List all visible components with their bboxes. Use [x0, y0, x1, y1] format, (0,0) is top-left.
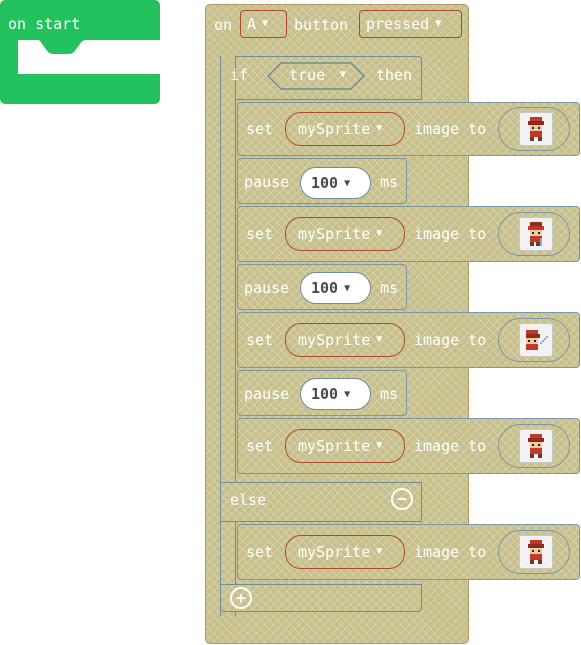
plus-icon: + — [236, 588, 246, 607]
sprite-idle-icon[interactable] — [519, 535, 553, 569]
pause-label: pause — [244, 173, 290, 191]
image-slot[interactable] — [498, 424, 570, 468]
set-label: set — [246, 437, 274, 455]
pause-label: pause — [244, 385, 290, 403]
on-start-notch-fill — [18, 40, 160, 54]
sprite-attack-icon[interactable] — [519, 217, 553, 251]
variable-dropdown[interactable]: mySprite ▼ — [285, 323, 405, 357]
variable-dropdown[interactable]: mySprite ▼ — [285, 217, 405, 251]
chevron-down-icon: ▼ — [376, 123, 383, 134]
pause-label: pause — [244, 279, 290, 297]
chevron-down-icon: ▼ — [344, 282, 351, 294]
chevron-down-icon: ▼ — [340, 69, 347, 80]
set-label: set — [246, 331, 274, 349]
image-to-label: image to — [414, 120, 487, 138]
sprite-sword-icon[interactable] — [519, 323, 553, 357]
variable-dropdown[interactable]: mySprite ▼ — [285, 429, 405, 463]
chevron-down-icon: ▼ — [376, 546, 383, 557]
image-slot[interactable] — [498, 107, 570, 151]
image-to-label: image to — [414, 543, 487, 561]
variable-dropdown[interactable]: mySprite ▼ — [285, 535, 405, 569]
sprite-idle-icon[interactable] — [519, 429, 553, 463]
event-button-label: button — [294, 16, 349, 34]
event-on-label: on — [214, 16, 233, 34]
ms-label: ms — [380, 385, 399, 403]
image-slot[interactable] — [498, 530, 570, 574]
image-to-label: image to — [414, 437, 487, 455]
chevron-down-icon: ▼ — [376, 228, 383, 239]
set-label: set — [246, 225, 274, 243]
remove-else-button[interactable]: − — [391, 488, 413, 510]
image-to-label: image to — [414, 331, 487, 349]
minus-icon: − — [397, 489, 407, 508]
if-label: if — [230, 66, 249, 84]
chevron-down-icon: ▼ — [376, 334, 383, 345]
condition-value: true — [289, 66, 326, 84]
chevron-down-icon: ▼ — [344, 177, 351, 189]
else-label: else — [230, 491, 267, 509]
chevron-down-icon: ▼ — [376, 440, 383, 451]
ms-label: ms — [380, 279, 399, 297]
set-label: set — [246, 543, 274, 561]
ms-label: ms — [380, 173, 399, 191]
image-slot[interactable] — [498, 318, 570, 362]
variable-dropdown[interactable]: mySprite ▼ — [285, 112, 405, 146]
chevron-down-icon: ▼ — [344, 388, 351, 400]
pause-value-dropdown[interactable]: 100 ▼ — [300, 272, 371, 304]
on-start-label: on start — [8, 15, 81, 33]
sprite-walk-down-icon[interactable] — [519, 112, 553, 146]
button-dropdown[interactable]: A ▼ — [240, 10, 287, 38]
image-to-label: image to — [414, 225, 487, 243]
if-left-rail — [220, 56, 236, 616]
chevron-down-icon: ▼ — [435, 18, 442, 29]
pause-value-dropdown[interactable]: 100 ▼ — [300, 167, 371, 199]
then-label: then — [376, 66, 413, 84]
add-condition-button[interactable]: + — [230, 587, 252, 609]
pause-value-dropdown[interactable]: 100 ▼ — [300, 378, 371, 410]
image-slot[interactable] — [498, 212, 570, 256]
chevron-down-icon: ▼ — [262, 18, 269, 29]
set-label: set — [246, 120, 274, 138]
action-dropdown[interactable]: pressed ▼ — [359, 10, 462, 38]
